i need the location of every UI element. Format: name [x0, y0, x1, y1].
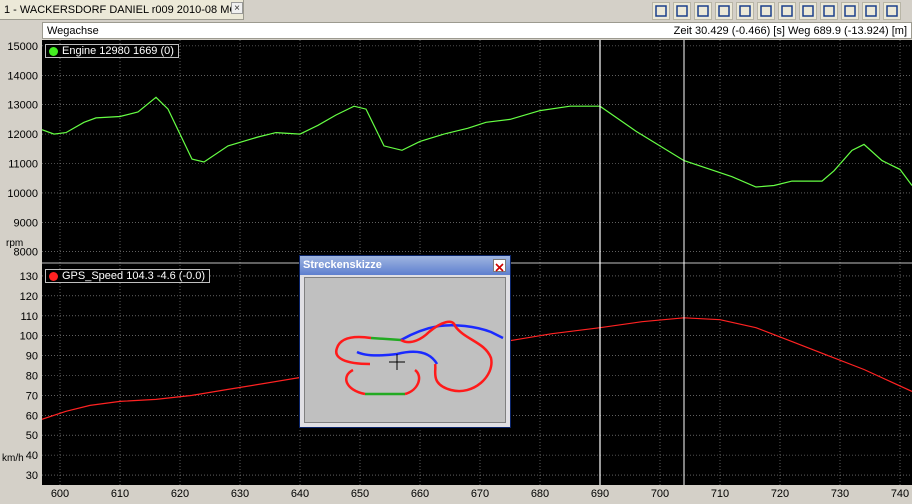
y-tick-label: 9000 — [14, 217, 38, 229]
y-tick-label: 13000 — [7, 100, 38, 112]
track-segment-green-top — [370, 336, 402, 342]
engine-legend[interactable]: Engine 12980 1669 (0) — [45, 44, 179, 58]
track-map-title: Streckenskizze — [303, 259, 382, 271]
y-tick-label: 40 — [26, 450, 38, 462]
y-axis-unit: rpm — [6, 238, 23, 249]
plot-header-bar: Wegachse Zeit 30.429 (-0.466) [s] Weg 68… — [42, 22, 912, 39]
y-tick-label: 70 — [26, 390, 38, 402]
cursor-up-icon[interactable] — [673, 2, 691, 20]
speed-legend-label: GPS_Speed 104.3 -4.6 (-0.0) — [62, 270, 206, 282]
axis-l2-icon[interactable] — [841, 2, 859, 20]
y-tick-label: 14000 — [7, 70, 38, 82]
zoom-icon[interactable] — [652, 2, 670, 20]
y-tick-label: 12000 — [7, 129, 38, 141]
y-tick-label: 120 — [20, 291, 38, 303]
y-tick-label: 11000 — [8, 158, 38, 170]
track-segment-red-right — [433, 325, 493, 393]
engine-legend-label: Engine 12980 1669 (0) — [62, 45, 174, 57]
y-tick-label: 10000 — [7, 188, 38, 200]
speed-legend-dot — [49, 272, 58, 281]
y-axis: 15000140001300012000110001000090008000rp… — [2, 41, 38, 482]
lines-icon[interactable] — [862, 2, 880, 20]
track-segment-red-bottom — [345, 368, 421, 396]
close-icon — [495, 263, 504, 272]
y-tick-label: 80 — [26, 370, 38, 382]
x-tick-label: 740 — [891, 488, 909, 500]
x-tick-label: 720 — [771, 488, 789, 500]
track-map-window[interactable]: Streckenskizze — [299, 255, 511, 428]
y-axis-panel: 15000 14000 13000 12000 11000 10000 9000 8000 rp… — [0, 40, 42, 501]
engine-legend-dot — [49, 47, 58, 56]
x-tick-label: 680 — [531, 488, 549, 500]
x-tick-label: 600 — [51, 488, 69, 500]
y-tick-label: 90 — [26, 351, 38, 363]
y-tick-label: 100 — [20, 331, 38, 343]
x-tick-label: 690 — [591, 488, 609, 500]
x-tick-label: 710 — [711, 488, 729, 500]
track-map-canvas[interactable] — [304, 277, 506, 423]
track-segment-blue-right — [400, 324, 504, 342]
clock-icon[interactable] — [736, 2, 754, 20]
x-tick-label: 730 — [831, 488, 849, 500]
y-tick-label: 130 — [20, 271, 38, 283]
y-tick-label: 50 — [26, 430, 38, 442]
track-position-cursor-icon — [389, 354, 405, 370]
x-tick-label: 640 — [291, 488, 309, 500]
color-icon[interactable] — [799, 2, 817, 20]
x-tick-label: 630 — [231, 488, 249, 500]
tab-close-button[interactable]: × — [231, 2, 243, 14]
x-tick-label: 610 — [111, 488, 129, 500]
y-tick-label: 60 — [26, 410, 38, 422]
axis-l-icon[interactable] — [820, 2, 838, 20]
track-map-close-button[interactable] — [493, 259, 506, 272]
x-axis: 600 610 620 630 640 650 660 670 680 690 700 710 720 7… — [51, 488, 909, 500]
document-tab-title: 1 - WACKERSDORF DANIEL r009 2010-08 MC4 — [4, 4, 244, 16]
y-tick-label: 110 — [20, 311, 38, 323]
track-outline — [335, 320, 504, 396]
axis-mode-label[interactable]: Wegachse — [47, 25, 99, 37]
y-axis-unit: km/h — [2, 453, 24, 464]
x-tick-label: 620 — [171, 488, 189, 500]
cursor-readout: Zeit 30.429 (-0.466) [s] Weg 689.9 (-13.… — [673, 25, 907, 37]
cursor-down-icon[interactable] — [694, 2, 712, 20]
engine-series-line — [41, 96, 912, 188]
marker-icon[interactable] — [715, 2, 733, 20]
x-tick-label: 700 — [651, 488, 669, 500]
overlay-icon[interactable] — [778, 2, 796, 20]
x-axis-panel: 600 610 620 630 640 650 660 670 680 690 700 710 720 7… — [42, 485, 912, 501]
x-tick-label: 660 — [411, 488, 429, 500]
speed-legend[interactable]: GPS_Speed 104.3 -4.6 (-0.0) — [45, 269, 211, 283]
track-segment-red-left — [335, 335, 372, 366]
track-map-titlebar[interactable]: Streckenskizze — [300, 256, 510, 275]
y-tick-label: 15000 — [7, 41, 38, 53]
align-icon[interactable] — [757, 2, 775, 20]
y-tick-label: 30 — [26, 470, 38, 482]
x-tick-label: 650 — [351, 488, 369, 500]
x-tick-label: 670 — [471, 488, 489, 500]
document-tab[interactable]: 1 - WACKERSDORF DANIEL r009 2010-08 MC4 … — [0, 0, 244, 20]
tools-icon[interactable] — [883, 2, 901, 20]
